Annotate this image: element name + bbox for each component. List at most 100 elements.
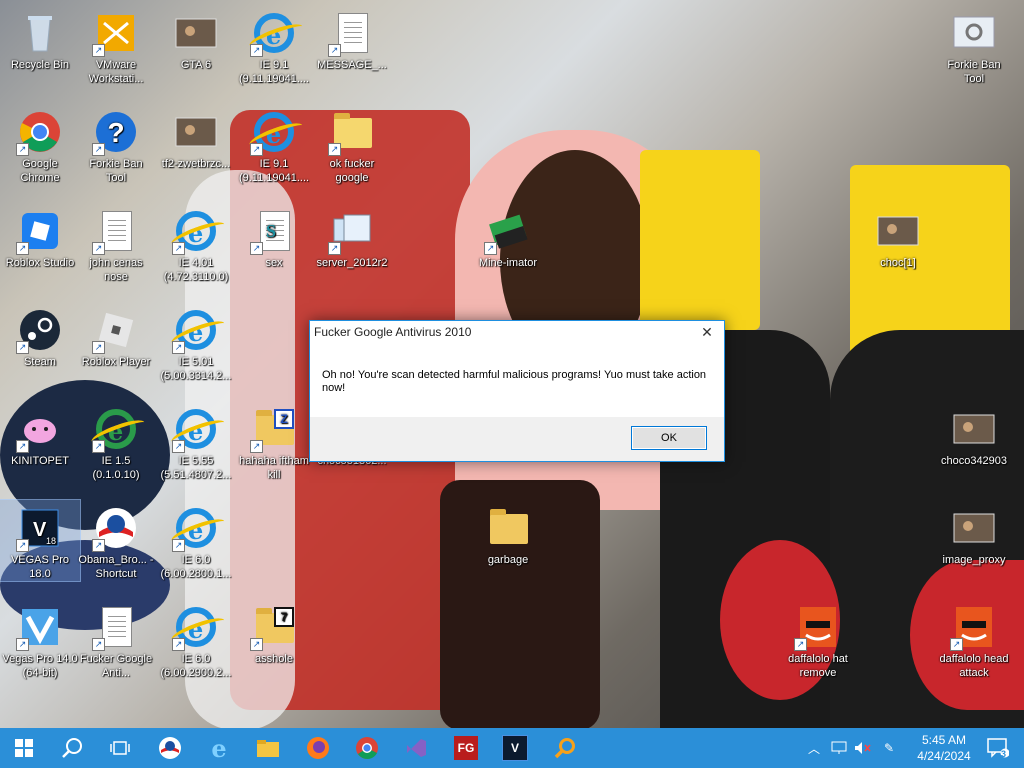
desktop-icon-label: Obama_Bro... - Shortcut <box>78 554 154 580</box>
shortcut-arrow-icon: ↗ <box>92 341 105 354</box>
taskbar-internet-explorer[interactable]: e <box>199 732 239 764</box>
desktop-icon-kinitopet[interactable]: ↗ KINITOPET <box>0 401 80 468</box>
desktop-icon-message[interactable]: ↗ MESSAGE_... <box>312 5 392 72</box>
zip-icon: ↗ <box>328 110 374 156</box>
desktop-icon-ie-4-01[interactable]: e ↗ IE 4.01 (4.72.3110.0) <box>156 203 236 284</box>
desktop-icon-label: Fucker Google Anti... <box>79 653 153 679</box>
desktop-icon-steam[interactable]: ↗ Steam <box>0 302 80 369</box>
desktop-icon-label: IE 6.0 (6.00.2800.1... <box>160 554 232 580</box>
desktop-icon-choco342903[interactable]: choco342903 <box>934 401 1014 468</box>
dialog-footer: OK <box>310 417 724 461</box>
desktop-icon-label: server_2012r2 <box>316 257 388 269</box>
desktop-icon-choc1[interactable]: choc[1] <box>858 203 938 270</box>
desktop-icon-ie-5-01[interactable]: e ↗ IE 5.01 (5.00.3314.2... <box>156 302 236 383</box>
desktop-icon-hahaha-iftham-kill[interactable]: Z ↗ hahaha iftham kill <box>234 401 314 482</box>
shortcut-arrow-icon: ↗ <box>328 242 341 255</box>
desktop-icon-recycle-bin[interactable]: Recycle Bin <box>0 5 80 72</box>
desktop-icon-label: asshole <box>255 653 293 665</box>
taskbar-firefox[interactable] <box>298 732 338 764</box>
desktop-icon-forkie-ban-tool[interactable]: ? ↗ Forkie Ban Tool <box>76 104 156 185</box>
desktop-icon-ok-fucker-google[interactable]: ↗ ok fucker google <box>312 104 392 185</box>
taskbar-vegas[interactable]: V <box>495 732 535 764</box>
task-view-button[interactable] <box>100 732 140 764</box>
chevron-up-icon: ︿ <box>807 741 820 756</box>
desktop-icon-asshole[interactable]: 7 ↗ asshole <box>234 599 314 666</box>
dialog-close-button[interactable]: ✕ <box>690 321 724 343</box>
blank-icon: ↗ <box>92 605 138 651</box>
desktop-icon-ie-6-0-b[interactable]: e ↗ IE 6.0 (6.00.2900.2... <box>156 599 236 680</box>
ie-icon: e ↗ <box>250 110 296 156</box>
shortcut-arrow-icon: ↗ <box>794 638 807 651</box>
desktop-icon-label: VEGAS Pro 18.0 <box>10 554 70 580</box>
visual-studio-icon <box>407 739 426 757</box>
desktop-icon-vegas-pro-18[interactable]: V 18 ↗ VEGAS Pro 18.0 <box>0 499 81 582</box>
search-button[interactable] <box>52 732 92 764</box>
taskbar-obama-browser[interactable] <box>150 732 190 764</box>
photo-icon <box>952 506 996 550</box>
svg-text:18: 18 <box>46 536 56 546</box>
desktop-icon-forkie-ban-tool-right[interactable]: Forkie Ban Tool <box>934 5 1014 86</box>
shortcut-arrow-icon: ↗ <box>950 638 963 651</box>
chrome-icon: ↗ <box>16 110 62 156</box>
shortcut-arrow-icon: ↗ <box>250 242 263 255</box>
desktop-icon-label: hahaha iftham kill <box>239 455 309 481</box>
network-tray-button[interactable] <box>828 728 850 768</box>
desktop-icon-obama-browser[interactable]: ↗ Obama_Bro... - Shortcut <box>76 500 156 581</box>
desktop-icon-roblox-player[interactable]: ↗ Roblox Player <box>76 302 156 369</box>
desktop-icon-garbage[interactable]: garbage <box>468 500 548 567</box>
desktop-icon-gta6[interactable]: GTA 6 <box>156 5 236 72</box>
shortcut-arrow-icon: ↗ <box>92 440 105 453</box>
desktop-icon-ie-1-5[interactable]: e ↗ IE 1.5 (0.1.0.10) <box>76 401 156 482</box>
svg-text:?: ? <box>107 117 124 148</box>
desktop-icon-vmware-workstation[interactable]: ↗ VMware Workstati... <box>76 5 156 86</box>
desktop-icon-label: Vegas Pro 14.0 (64-bit) <box>2 653 78 679</box>
server-icon: ↗ <box>328 209 374 255</box>
desktop-icon-label: ok fucker google <box>329 158 375 184</box>
mine-icon: ↗ <box>484 209 530 255</box>
start-button[interactable] <box>4 732 44 764</box>
windows-icon <box>15 739 33 757</box>
desktop-icon-fucker-google-anti[interactable]: ↗ Fucker Google Anti... <box>76 599 156 680</box>
volume-tray-button[interactable] <box>852 728 874 768</box>
script-icon: S ↗ <box>250 209 296 255</box>
desktop-icon-image-proxy[interactable]: image_proxy <box>934 500 1014 567</box>
desktop-icon-ie-9-1-b[interactable]: e ↗ IE 9.1 (9.11.19041.... <box>234 104 314 185</box>
clock[interactable]: 5:45 AM 4/24/2024 <box>912 732 976 764</box>
desktop-icon-label: daffalolo head attack <box>939 653 1009 679</box>
shortcut-arrow-icon: ↗ <box>172 539 185 552</box>
taskbar-visual-studio[interactable] <box>396 732 436 764</box>
shortcut-arrow-icon: ↗ <box>92 143 105 156</box>
desktop-icon-john-cenas-nose[interactable]: ↗ john cenas nose <box>76 203 156 284</box>
desktop-icon-ie-5-55[interactable]: e ↗ IE 5.55 (5.51.4807.2... <box>156 401 236 482</box>
ok-button[interactable]: OK <box>631 426 707 450</box>
desktop-icon-label: IE 4.01 (4.72.3110.0) <box>163 257 229 283</box>
notifications-button[interactable]: 3 <box>980 728 1016 768</box>
desktop-icon-label: Steam <box>24 356 56 368</box>
desktop-icon-tf2-zwetbrzc[interactable]: tf2-zwetbrzc... <box>156 104 236 171</box>
taskbar-file-explorer[interactable] <box>248 732 288 764</box>
desktop-icon-google-chrome[interactable]: ↗ Google Chrome <box>0 104 80 185</box>
desktop-icon-server-2012r2[interactable]: ↗ server_2012r2 <box>312 203 392 270</box>
desktop-icon-daffalolo-hat-remove[interactable]: ↗ daffalolo hat remove <box>778 599 858 680</box>
desktop-icon-daffalolo-head-attack[interactable]: ↗ daffalolo head attack <box>934 599 1014 680</box>
desktop-icon-ie-6-0-a[interactable]: e ↗ IE 6.0 (6.00.2800.1... <box>156 500 236 581</box>
desktop-icon-sex[interactable]: S ↗ sex <box>234 203 314 270</box>
desktop-icon-label: IE 9.1 (9.11.19041.... <box>238 59 310 85</box>
photo-icon <box>952 407 996 451</box>
desktop-icon-ie-9-1-a[interactable]: e ↗ IE 9.1 (9.11.19041.... <box>234 5 314 86</box>
vegas-app-icon: V <box>502 735 528 761</box>
taskbar-chrome[interactable] <box>347 732 387 764</box>
taskbar-fg-app[interactable]: FG <box>446 732 486 764</box>
show-hidden-icons-button[interactable]: ︿ <box>804 728 824 768</box>
desktop-icon-label: IE 6.0 (6.00.2900.2... <box>160 653 232 679</box>
network-icon <box>831 741 847 754</box>
pen-tray-button[interactable]: ✎ <box>878 728 900 768</box>
taskbar-search-app[interactable] <box>545 732 585 764</box>
vmware-icon: ↗ <box>92 11 138 57</box>
desktop-icon-vegas-pro-14[interactable]: ↗ Vegas Pro 14.0 (64-bit) <box>0 599 80 680</box>
desktop-icon-roblox-studio[interactable]: ↗ Roblox Studio <box>0 203 80 270</box>
firefox-icon <box>307 737 329 759</box>
photo-icon <box>174 110 218 154</box>
shortcut-arrow-icon: ↗ <box>16 638 29 651</box>
desktop-icon-mine-imator[interactable]: ↗ Mine-imator <box>468 203 548 270</box>
